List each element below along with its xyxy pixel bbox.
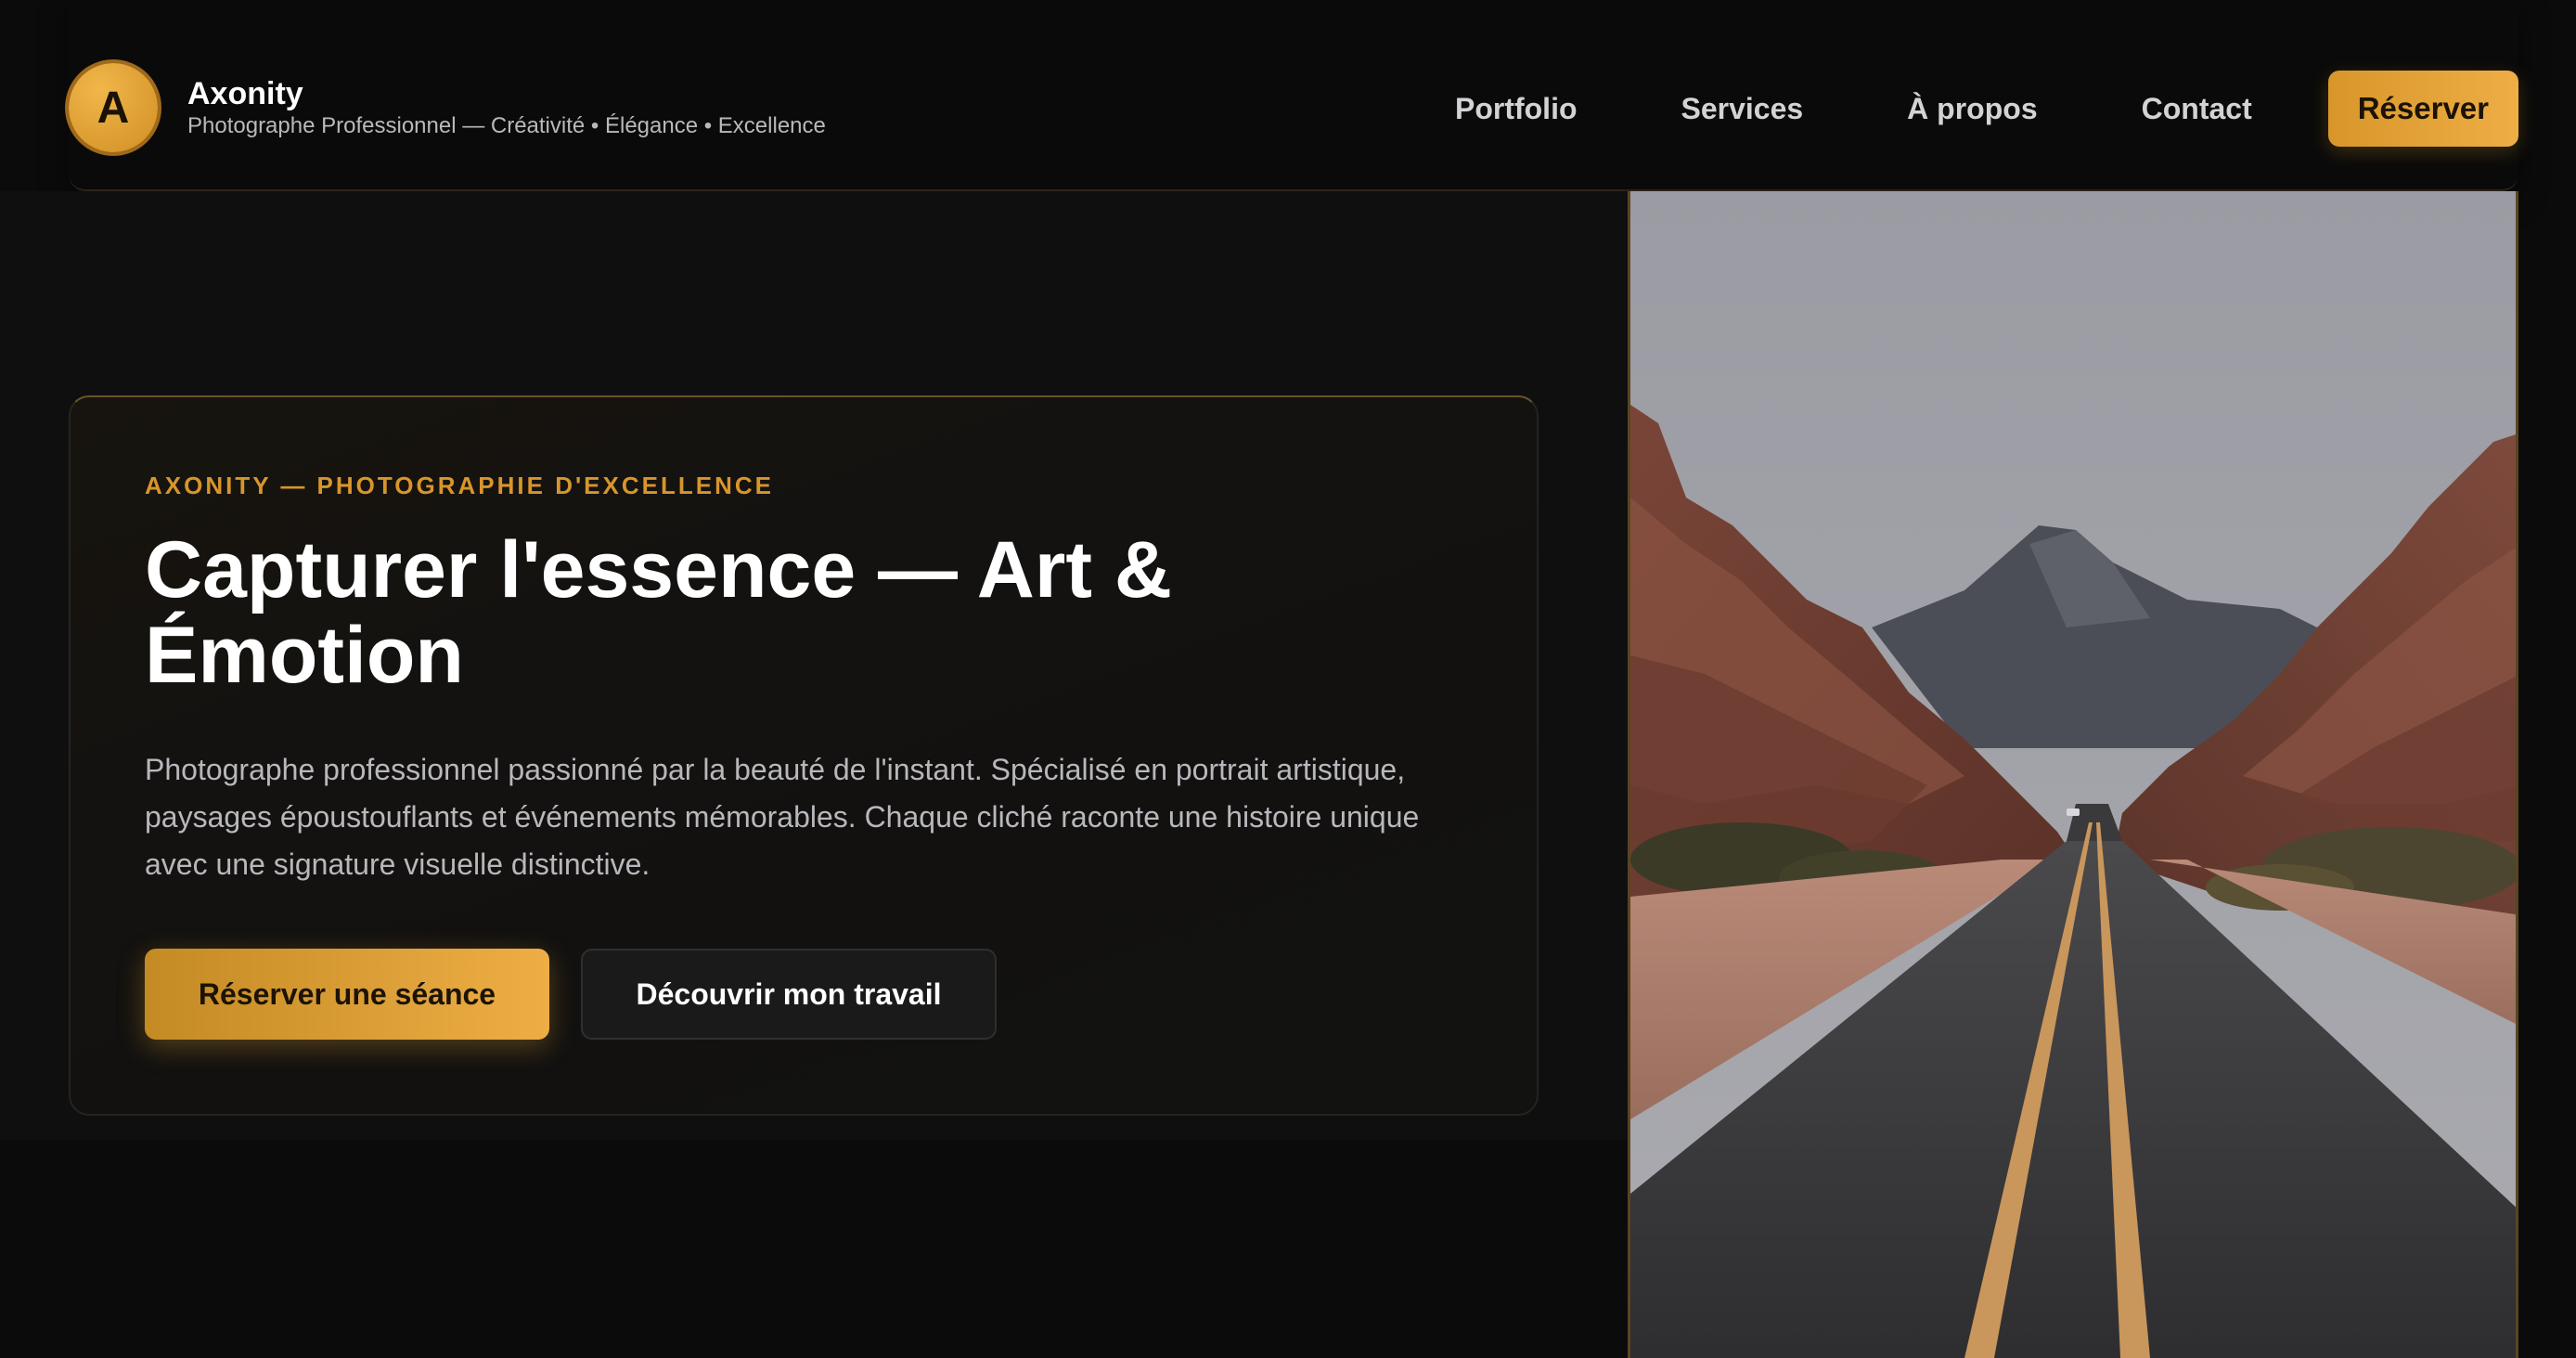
nav-contact[interactable]: Contact	[2090, 75, 2304, 143]
site-header: A Axonity Photographe Professionnel — Cr…	[69, 0, 2518, 191]
hero-description: Photographe professionnel passionné par …	[145, 753, 1420, 881]
logo-badge[interactable]: A	[69, 63, 158, 152]
page: A Axonity Photographe Professionnel — Cr…	[0, 0, 2576, 1358]
main-nav: Portfolio Services À propos Contact Rése…	[1403, 71, 2518, 147]
logo-letter: A	[97, 83, 130, 133]
hero-photo	[1628, 191, 2518, 1358]
desert-road-image	[1630, 191, 2516, 1358]
brand-tagline: Photographe Professionnel — Créativité •…	[187, 113, 826, 138]
nav-a-propos[interactable]: À propos	[1855, 75, 2089, 143]
hero-eyebrow: AXONITY — PHOTOGRAPHIE D'EXCELLENCE	[145, 472, 774, 499]
reserve-button[interactable]: Réserver	[2327, 71, 2518, 147]
hero-title: Capturer l'essence — Art & Émotion	[145, 525, 1172, 700]
nav-portfolio[interactable]: Portfolio	[1403, 75, 1629, 143]
nav-services[interactable]: Services	[1629, 75, 1856, 143]
brand-name[interactable]: Axonity	[187, 76, 303, 112]
book-session-button[interactable]: Réserver une séance	[145, 949, 549, 1040]
discover-work-button[interactable]: Découvrir mon travail	[581, 949, 997, 1040]
hero-card: AXONITY — PHOTOGRAPHIE D'EXCELLENCE Capt…	[69, 395, 1539, 1116]
